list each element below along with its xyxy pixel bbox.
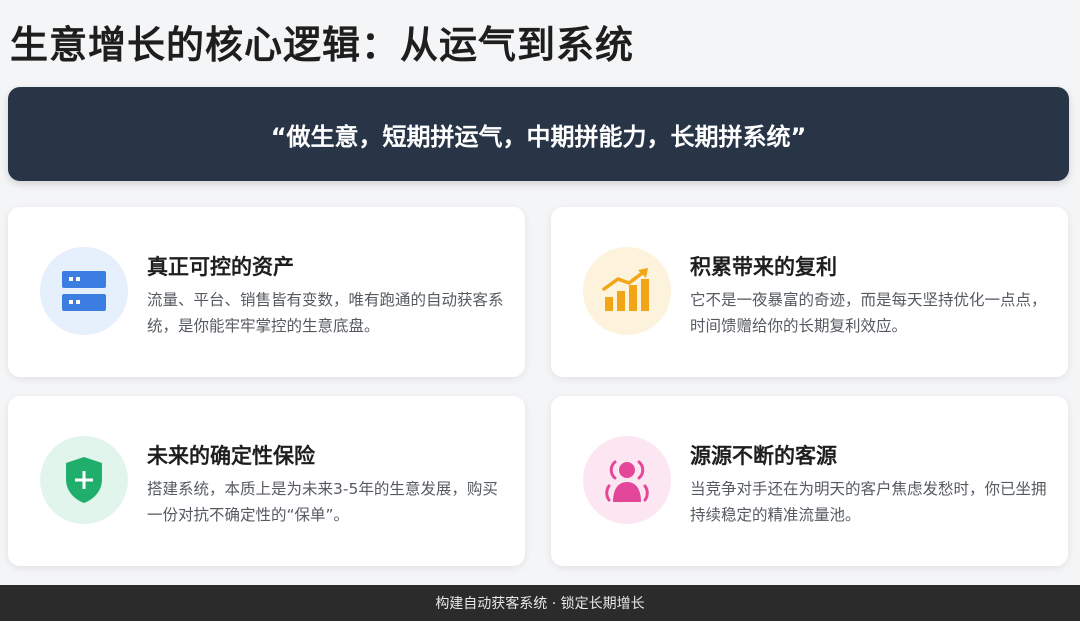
card-description: 当竞争对手还在为明天的客户焦虑发愁时，你已坐拥持续稳定的精准流量池。: [690, 480, 1047, 524]
quote-text: “做生意，短期拼运气，中期拼能力，长期拼系统”: [270, 122, 807, 151]
shield-plus-icon: [40, 436, 128, 524]
card-title: 积累带来的复利: [690, 255, 837, 279]
quote-banner: “做生意，短期拼运气，中期拼能力，长期拼系统”: [8, 87, 1069, 181]
card-title: 源源不断的客源: [690, 444, 837, 468]
card-description: 它不是一夜暴富的奇迹，而是每天坚持优化一点点，时间馈赠给你的长期复利效应。: [690, 291, 1047, 335]
person-broadcast-icon: [583, 436, 671, 524]
page-title: 生意增长的核心逻辑：从运气到系统: [10, 23, 635, 67]
card-compound-growth: 积累带来的复利 它不是一夜暴富的奇迹，而是每天坚持优化一点点，时间馈赠给你的长期…: [551, 207, 1068, 377]
card-steady-customers: 源源不断的客源 当竞争对手还在为明天的客户焦虑发愁时，你已坐拥持续稳定的精准流量…: [551, 396, 1068, 566]
growth-chart-icon: [583, 247, 671, 335]
card-title: 未来的确定性保险: [147, 444, 315, 468]
card-title: 真正可控的资产: [147, 255, 294, 279]
card-description: 流量、平台、销售皆有变数，唯有跑通的自动获客系统，是你能牢牢掌控的生意底盘。: [147, 291, 504, 335]
server-icon: [40, 247, 128, 335]
card-controllable-asset: 真正可控的资产 流量、平台、销售皆有变数，唯有跑通的自动获客系统，是你能牢牢掌控…: [8, 207, 525, 377]
footer-bar: 构建自动获客系统 · 锁定长期增长: [0, 585, 1080, 621]
footer-text: 构建自动获客系统 · 锁定长期增长: [435, 596, 645, 612]
card-certainty-insurance: 未来的确定性保险 搭建系统，本质上是为未来3-5年的生意发展，购买一份对抗不确定…: [8, 396, 525, 566]
card-description: 搭建系统，本质上是为未来3-5年的生意发展，购买一份对抗不确定性的“保单”。: [147, 480, 498, 524]
slide: 生意增长的核心逻辑：从运气到系统 “做生意，短期拼运气，中期拼能力，长期拼系统”…: [0, 0, 1080, 621]
